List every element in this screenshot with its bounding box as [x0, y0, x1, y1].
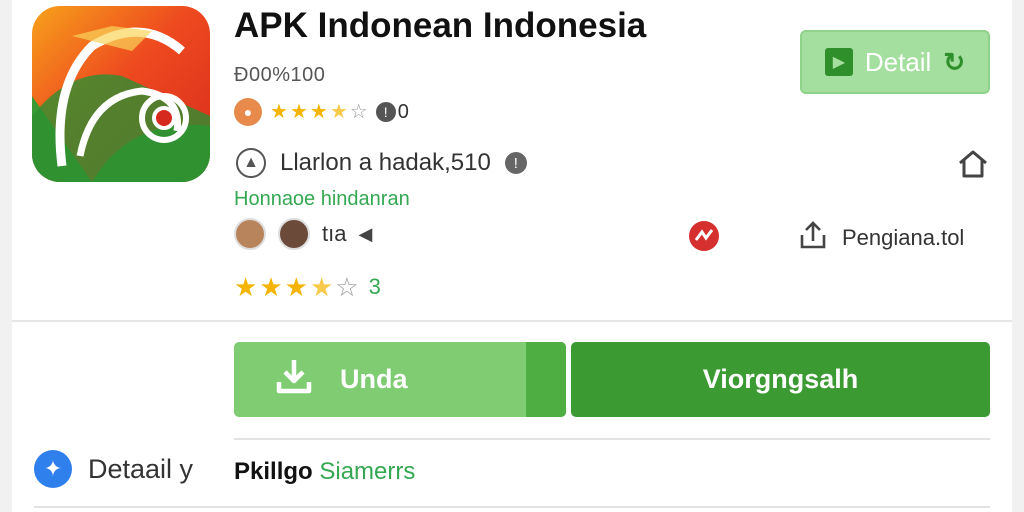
play-icon: ▶: [824, 48, 853, 76]
small-rating-count: 0: [397, 100, 409, 123]
divider: [34, 506, 990, 508]
details-link-text: Siamerrs: [319, 458, 416, 485]
flag-icon[interactable]: [688, 220, 720, 257]
star-half-icon: ★: [309, 272, 334, 302]
install-button[interactable]: Unda: [234, 342, 566, 417]
small-star-rating: ★ ★ ★ ★ ☆: [270, 102, 368, 122]
info-icon: !: [375, 102, 396, 122]
star-half-icon: ★: [329, 101, 348, 123]
sparkle-icon: ✦: [34, 450, 72, 488]
details-link-prefix: Pkillgo: [234, 458, 313, 485]
play-back-icon: ◀: [358, 223, 373, 244]
details-label: Detaail y: [88, 453, 194, 484]
star-icon: ★: [270, 101, 288, 123]
details-link[interactable]: Pkillgo Siamerrs: [234, 458, 415, 486]
download-icon: [274, 356, 314, 403]
info-icon[interactable]: !: [504, 152, 527, 174]
category-link[interactable]: Honnaoe hindanran: [234, 188, 410, 211]
rating-row: ★ ★ ★ ★ ☆ 3: [234, 274, 381, 300]
reviewer-avatar: [278, 218, 310, 250]
developer-row[interactable]: ▲ Llarlon a hadak,510 !: [236, 148, 527, 178]
details-row[interactable]: ✦ Detaail y: [34, 450, 193, 488]
star-icon: ★: [284, 272, 308, 302]
rating-summary: ● ★ ★ ★ ★ ☆ ! 0: [234, 98, 409, 126]
star-icon: ★: [234, 272, 258, 302]
divider: [12, 320, 1012, 322]
install-label: Unda: [340, 364, 408, 394]
share-label: Pengiana.tol: [842, 224, 965, 250]
developer-icon: ▲: [236, 148, 266, 178]
reviewers-row: tıa ◀: [234, 218, 372, 250]
open-label: Viorgngsalh: [702, 364, 859, 394]
star-empty-icon: ☆: [349, 101, 368, 123]
developer-avatar: ●: [234, 98, 262, 126]
app-title: APK Indonean Indonesia: [234, 6, 647, 45]
home-icon[interactable]: [956, 148, 990, 185]
star-icon: ★: [259, 272, 283, 302]
reviewer-avatar: [234, 218, 266, 250]
reviewer-label: tıa: [322, 221, 347, 246]
install-button-segment: [526, 342, 566, 417]
rating-count: 3: [368, 274, 381, 299]
star-icon: ★: [289, 101, 308, 123]
detail-button-label: Detail: [864, 46, 932, 77]
app-logo-icon: [32, 6, 210, 182]
share-icon: [798, 219, 828, 256]
divider: [234, 438, 990, 440]
open-button[interactable]: Viorgngsalh: [571, 342, 990, 417]
developer-name[interactable]: Llarlon a hadak,510: [280, 149, 491, 177]
app-version: Ð00%100: [234, 64, 326, 86]
star-icon: ★: [309, 101, 328, 123]
detail-button[interactable]: ▶ Detail ↻: [800, 30, 990, 94]
star-empty-icon: ☆: [335, 272, 359, 302]
refresh-icon: ↻: [943, 46, 966, 77]
share-button[interactable]: Pengiana.tol: [798, 219, 964, 256]
star-rating: ★ ★ ★ ★ ☆: [234, 274, 359, 300]
